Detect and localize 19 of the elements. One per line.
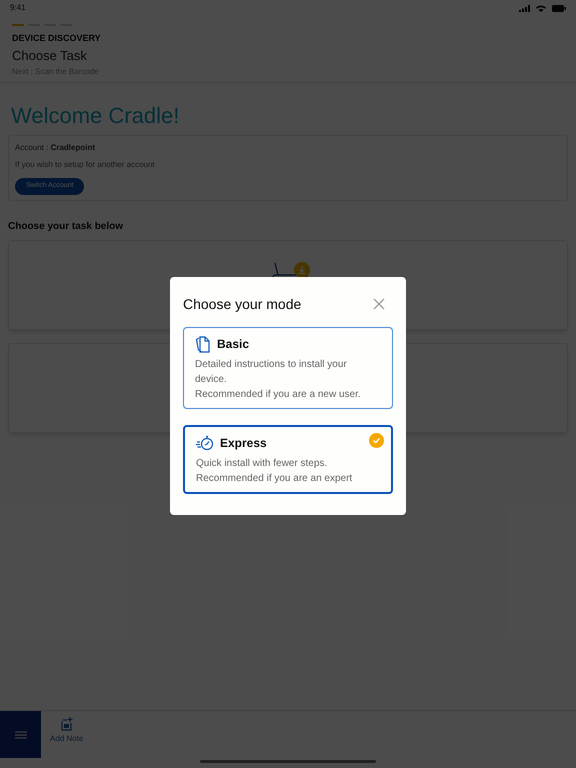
mode-description: Quick install with fewer steps. bbox=[196, 457, 328, 471]
documents-icon bbox=[195, 336, 211, 352]
mode-description: Recommended if you are an expert bbox=[196, 472, 354, 486]
stopwatch-icon bbox=[196, 435, 214, 451]
status-time: 9:41 bbox=[10, 2, 26, 14]
section-label: DEVICE DISCOVERY bbox=[12, 32, 102, 44]
mode-option[interactable]: Express Quick install with fewer steps. Recommended if you are an expert bbox=[183, 425, 393, 494]
welcome-heading: Welcome Cradle! bbox=[11, 102, 180, 130]
page-title: Choose Task bbox=[12, 47, 88, 65]
close-button[interactable] bbox=[373, 297, 387, 311]
dialog-title: Choose your mode bbox=[183, 295, 302, 313]
section-heading: Choose your task below bbox=[8, 220, 124, 234]
mode-option[interactable]: Basic Detailed instructions to install your device. Recommended if you are a new user. bbox=[183, 327, 393, 409]
mode-description: Recommended if you are a new user. bbox=[195, 388, 362, 402]
mode-description: Detailed instructions to install your device. bbox=[195, 358, 348, 387]
account-text: Account : Cradlepoint bbox=[15, 142, 96, 154]
check-icon bbox=[369, 433, 384, 448]
mode-title: Basic bbox=[217, 336, 250, 353]
mode-title: Express bbox=[220, 435, 267, 452]
